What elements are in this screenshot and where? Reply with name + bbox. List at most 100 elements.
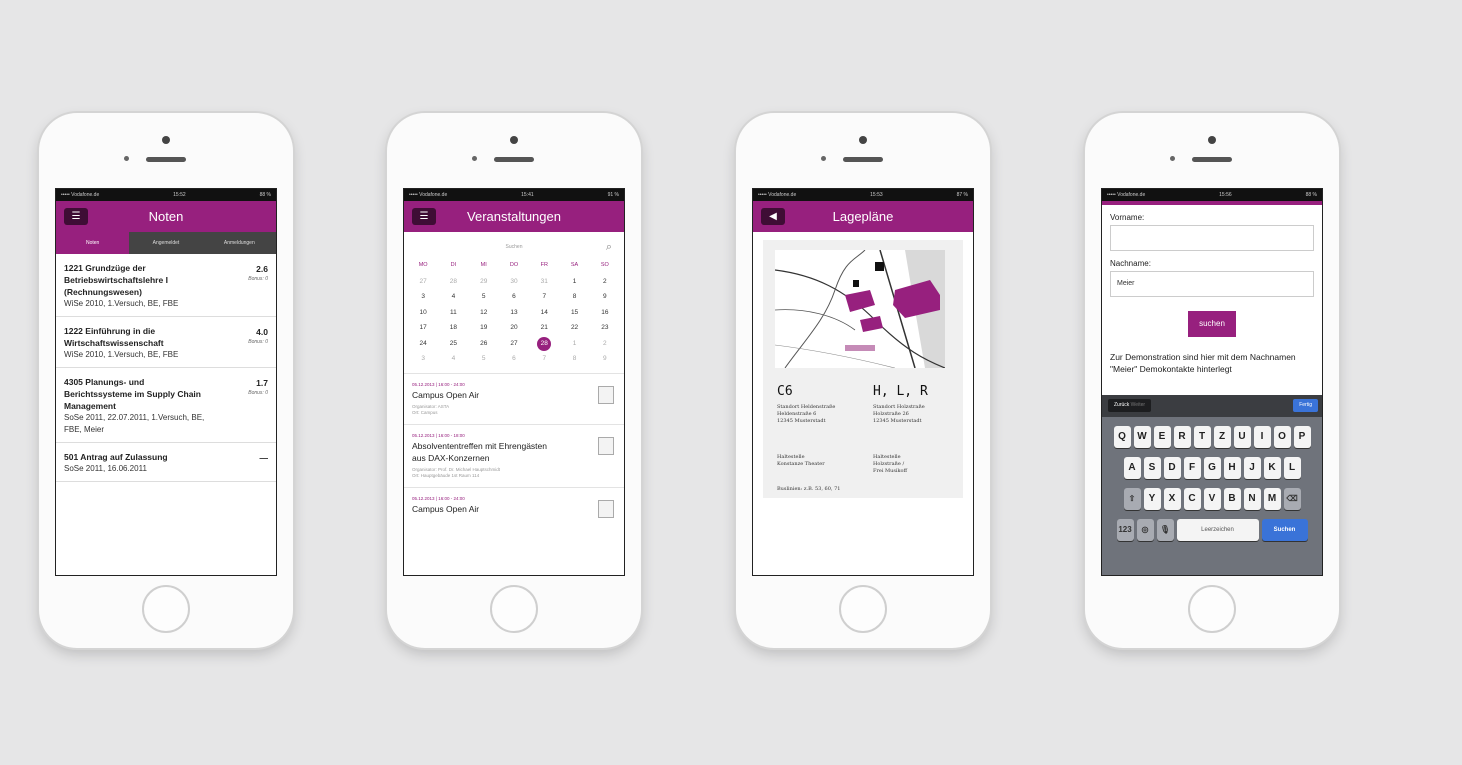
- menu-button[interactable]: ☰: [412, 208, 436, 225]
- key[interactable]: H: [1223, 457, 1241, 479]
- key[interactable]: U: [1233, 426, 1251, 448]
- space-key[interactable]: Leerzeichen: [1176, 519, 1259, 541]
- search-button[interactable]: suchen: [1188, 311, 1236, 337]
- calendar-day[interactable]: 23: [590, 320, 620, 336]
- key[interactable]: W: [1133, 426, 1151, 448]
- calendar-day[interactable]: 1: [559, 274, 589, 290]
- go-key[interactable]: Suchen: [1261, 519, 1308, 541]
- list-item[interactable]: 05.12.2013 | 16:00 - 24:00 Campus Open A…: [404, 372, 624, 424]
- key[interactable]: S: [1143, 457, 1161, 479]
- key[interactable]: O: [1273, 426, 1291, 448]
- key[interactable]: R: [1173, 426, 1191, 448]
- key[interactable]: D: [1163, 457, 1181, 479]
- calendar-day[interactable]: 9: [590, 351, 620, 367]
- key[interactable]: F: [1183, 457, 1201, 479]
- key[interactable]: I: [1253, 426, 1271, 448]
- tab-angemeldet[interactable]: Angemeldet: [129, 232, 202, 254]
- key[interactable]: A: [1123, 457, 1141, 479]
- calendar-day[interactable]: 22: [559, 320, 589, 336]
- key[interactable]: Q: [1113, 426, 1131, 448]
- key[interactable]: V: [1203, 488, 1221, 510]
- globe-icon[interactable]: ◎: [1136, 519, 1154, 541]
- calendar-day[interactable]: 5: [469, 351, 499, 367]
- tab-anmeldungen[interactable]: Anmeldungen: [203, 232, 276, 254]
- numbers-key[interactable]: 123: [1116, 519, 1134, 541]
- key[interactable]: G: [1203, 457, 1221, 479]
- calendar-day[interactable]: 13: [499, 305, 529, 321]
- home-button[interactable]: [1188, 585, 1236, 633]
- calendar-day[interactable]: 15: [559, 305, 589, 321]
- calendar-day[interactable]: 16: [590, 305, 620, 321]
- key[interactable]: X: [1163, 488, 1181, 510]
- key[interactable]: Y: [1143, 488, 1161, 510]
- calendar-day[interactable]: 3: [408, 289, 438, 305]
- calendar-day[interactable]: 28: [438, 274, 468, 290]
- calendar-day[interactable]: 21: [529, 320, 559, 336]
- calendar-day[interactable]: 3: [408, 351, 438, 367]
- calendar-day[interactable]: 25: [438, 336, 468, 352]
- calendar-day[interactable]: 11: [438, 305, 468, 321]
- vorname-field[interactable]: [1110, 225, 1314, 251]
- prev-button[interactable]: Zurück Weiter: [1108, 399, 1152, 412]
- calendar-day[interactable]: 19: [469, 320, 499, 336]
- campus-map[interactable]: [775, 250, 945, 368]
- shift-icon[interactable]: ⇧: [1123, 488, 1141, 510]
- calendar-day[interactable]: 7: [529, 351, 559, 367]
- calendar-day[interactable]: 1: [559, 336, 589, 352]
- calendar-day[interactable]: 17: [408, 320, 438, 336]
- key[interactable]: Z: [1213, 426, 1231, 448]
- calendar-day[interactable]: 4: [438, 351, 468, 367]
- calendar-day[interactable]: 24: [408, 336, 438, 352]
- list-item[interactable]: 05.12.2013 | 16:00 - 18:00 Absolvententr…: [404, 423, 624, 487]
- list-item[interactable]: 4305 Planungs- und Berichtssysteme im Su…: [56, 368, 276, 443]
- calendar-day[interactable]: 2: [590, 274, 620, 290]
- calendar-day[interactable]: 29: [469, 274, 499, 290]
- calendar-day[interactable]: 9: [590, 289, 620, 305]
- calendar-day[interactable]: 31: [529, 274, 559, 290]
- done-button[interactable]: Fertig: [1293, 399, 1318, 412]
- calendar-day[interactable]: 7: [529, 289, 559, 305]
- home-button[interactable]: [839, 585, 887, 633]
- calendar-day[interactable]: 20: [499, 320, 529, 336]
- calendar-day[interactable]: 6: [499, 351, 529, 367]
- key[interactable]: C: [1183, 488, 1201, 510]
- calendar-day[interactable]: 30: [499, 274, 529, 290]
- calendar-day[interactable]: 14: [529, 305, 559, 321]
- key[interactable]: N: [1243, 488, 1261, 510]
- key[interactable]: M: [1263, 488, 1281, 510]
- calendar-day[interactable]: 28: [529, 336, 559, 352]
- calendar-day[interactable]: 6: [499, 289, 529, 305]
- list-item[interactable]: 05.12.2013 | 16:00 - 24:00 Campus Open A…: [404, 486, 624, 523]
- list-item[interactable]: 1221 Grundzüge der Betriebswirtschaftsle…: [56, 254, 276, 317]
- key[interactable]: P: [1293, 426, 1311, 448]
- next-label[interactable]: Weiter: [1131, 402, 1145, 408]
- home-button[interactable]: [490, 585, 538, 633]
- key[interactable]: L: [1283, 457, 1301, 479]
- calendar-day[interactable]: 2: [590, 336, 620, 352]
- home-button[interactable]: [142, 585, 190, 633]
- calendar-icon[interactable]: [598, 385, 614, 404]
- calendar-day[interactable]: 5: [469, 289, 499, 305]
- microphone-icon[interactable]: 🎙: [1156, 519, 1174, 541]
- back-button[interactable]: ◀: [761, 208, 785, 225]
- backspace-icon[interactable]: ⌫: [1283, 488, 1301, 510]
- calendar-day[interactable]: 4: [438, 289, 468, 305]
- key[interactable]: B: [1223, 488, 1241, 510]
- key[interactable]: J: [1243, 457, 1261, 479]
- key[interactable]: K: [1263, 457, 1281, 479]
- list-item[interactable]: 501 Antrag auf Zulassung SoSe 2011, 16.0…: [56, 443, 276, 482]
- menu-button[interactable]: ☰: [64, 208, 88, 225]
- calendar-day[interactable]: 18: [438, 320, 468, 336]
- list-item[interactable]: 1222 Einführung in die Wirtschaftswissen…: [56, 317, 276, 368]
- calendar-day[interactable]: 8: [559, 289, 589, 305]
- calendar-day[interactable]: 12: [469, 305, 499, 321]
- tab-noten[interactable]: Noten: [56, 232, 130, 254]
- calendar-day[interactable]: 26: [469, 336, 499, 352]
- calendar-day[interactable]: 10: [408, 305, 438, 321]
- calendar-day[interactable]: 8: [559, 351, 589, 367]
- search-input[interactable]: Suchen ⌕: [412, 240, 616, 254]
- calendar-day[interactable]: 27: [408, 274, 438, 290]
- calendar-icon[interactable]: [598, 499, 614, 518]
- key[interactable]: T: [1193, 426, 1211, 448]
- calendar-day[interactable]: 27: [499, 336, 529, 352]
